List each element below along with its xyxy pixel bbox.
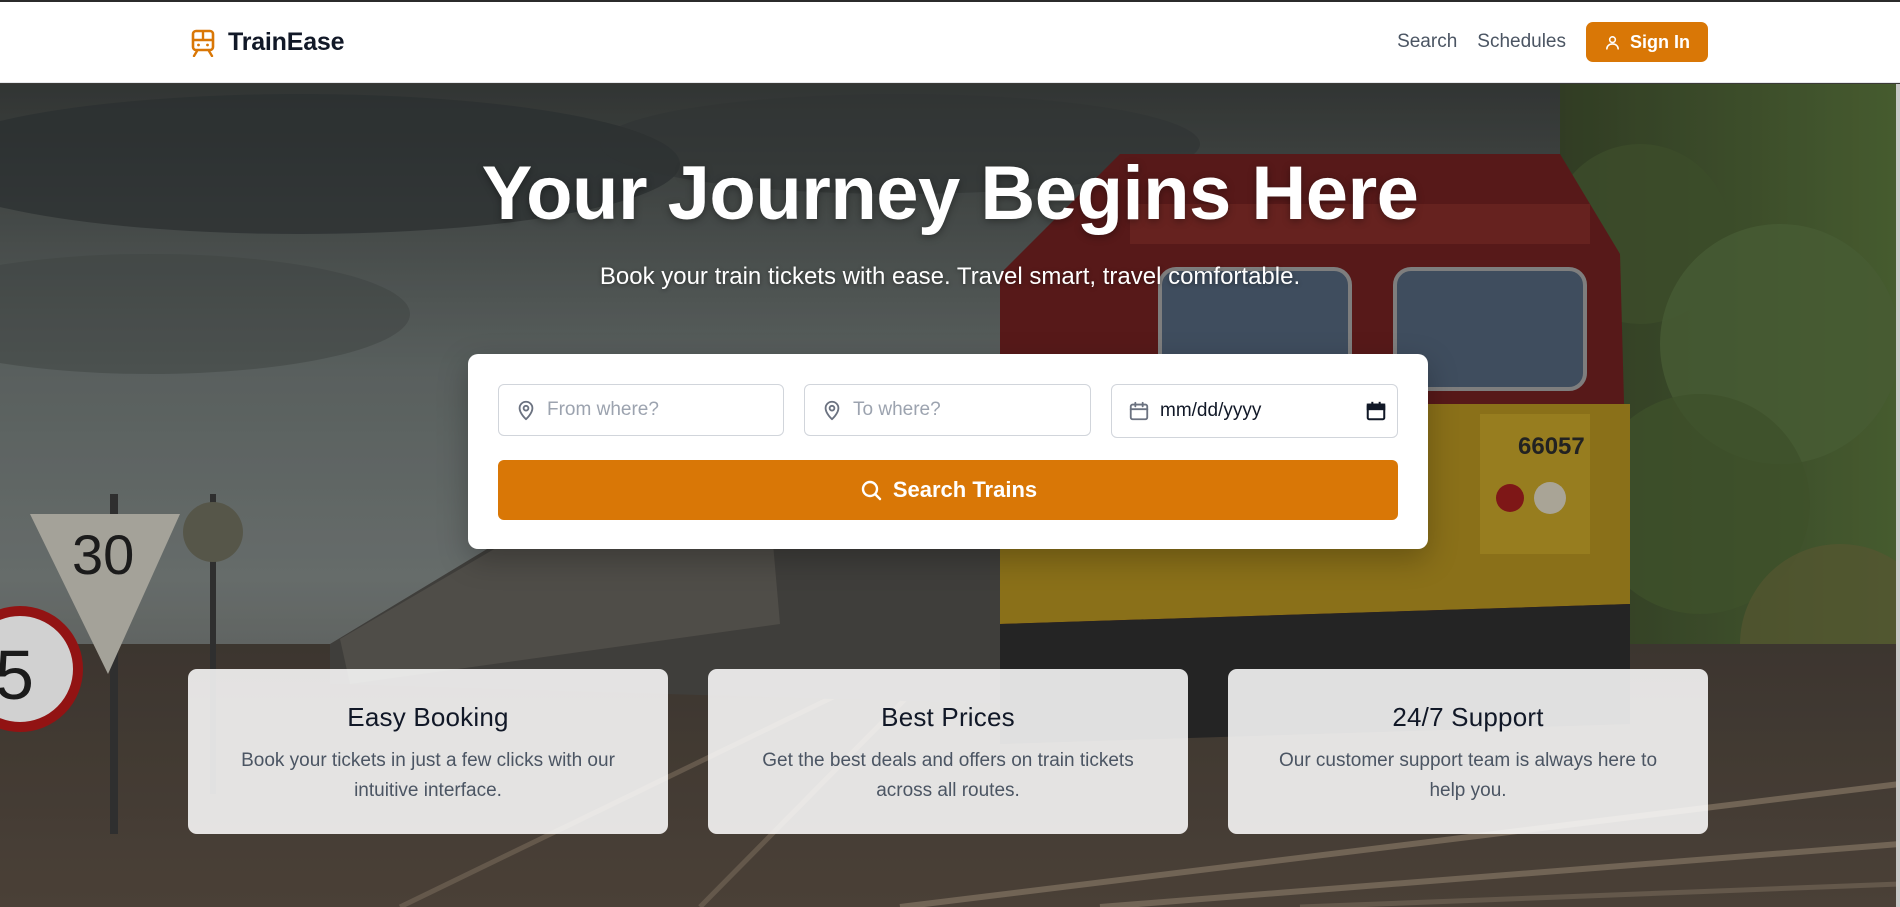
map-pin-icon bbox=[824, 400, 840, 421]
feature-title: Easy Booking bbox=[347, 702, 509, 732]
feature-title: 24/7 Support bbox=[1392, 702, 1544, 732]
from-input[interactable] bbox=[547, 399, 783, 421]
top-navbar: TrainEase Search Schedules Sign In bbox=[0, 2, 1900, 83]
feature-description-line: Our customer support team is always here… bbox=[1278, 750, 1658, 771]
feature-description-line: Book your tickets in just a few clicks w… bbox=[241, 750, 615, 771]
feature-description: Book your tickets in just a few clicks w… bbox=[218, 746, 638, 806]
date-input[interactable]: mm/dd/yyyy bbox=[1160, 400, 1349, 422]
to-input[interactable] bbox=[853, 399, 1090, 421]
brand-name: TrainEase bbox=[228, 28, 345, 56]
nav-link-schedules[interactable]: Schedules bbox=[1477, 31, 1566, 53]
sign-in-button[interactable]: Sign In bbox=[1586, 22, 1708, 62]
feature-description: Get the best deals and offers on train t… bbox=[738, 746, 1158, 806]
feature-description-line: Get the best deals and offers on train t… bbox=[762, 750, 1134, 771]
feature-card-best-prices: Best Prices Get the best deals and offer… bbox=[708, 669, 1188, 834]
calendar-icon bbox=[1129, 401, 1149, 421]
from-field[interactable] bbox=[498, 384, 784, 436]
brand[interactable]: TrainEase bbox=[190, 28, 345, 57]
feature-title: Best Prices bbox=[881, 702, 1015, 732]
feature-description-line: across all routes. bbox=[876, 780, 1020, 801]
search-icon bbox=[861, 480, 882, 501]
to-field[interactable] bbox=[804, 384, 1091, 436]
hero-subtitle: Book your train tickets with ease. Trave… bbox=[599, 263, 1301, 290]
feature-card-support: 24/7 Support Our customer support team i… bbox=[1228, 669, 1708, 834]
sign-in-label: Sign In bbox=[1630, 31, 1690, 52]
date-field[interactable]: mm/dd/yyyy bbox=[1111, 384, 1398, 438]
user-icon bbox=[1606, 35, 1619, 50]
nav-link-search[interactable]: Search bbox=[1397, 31, 1457, 53]
feature-description-line: help you. bbox=[1429, 780, 1507, 801]
feature-description-line: intuitive interface. bbox=[354, 780, 502, 801]
date-picker-icon[interactable] bbox=[1365, 400, 1387, 422]
search-card: mm/dd/yyyy Search Trains bbox=[468, 354, 1428, 549]
nav-links: Search Schedules Sign In bbox=[1397, 22, 1708, 62]
hero-title: Your Journey Begins Here bbox=[481, 151, 1419, 236]
search-trains-label: Search Trains bbox=[892, 477, 1038, 502]
feature-description: Our customer support team is always here… bbox=[1258, 746, 1678, 806]
search-trains-button[interactable]: Search Trains bbox=[498, 460, 1398, 520]
map-pin-icon bbox=[518, 400, 534, 421]
train-icon bbox=[191, 29, 215, 57]
feature-card-easy-booking: Easy Booking Book your tickets in just a… bbox=[188, 669, 668, 834]
